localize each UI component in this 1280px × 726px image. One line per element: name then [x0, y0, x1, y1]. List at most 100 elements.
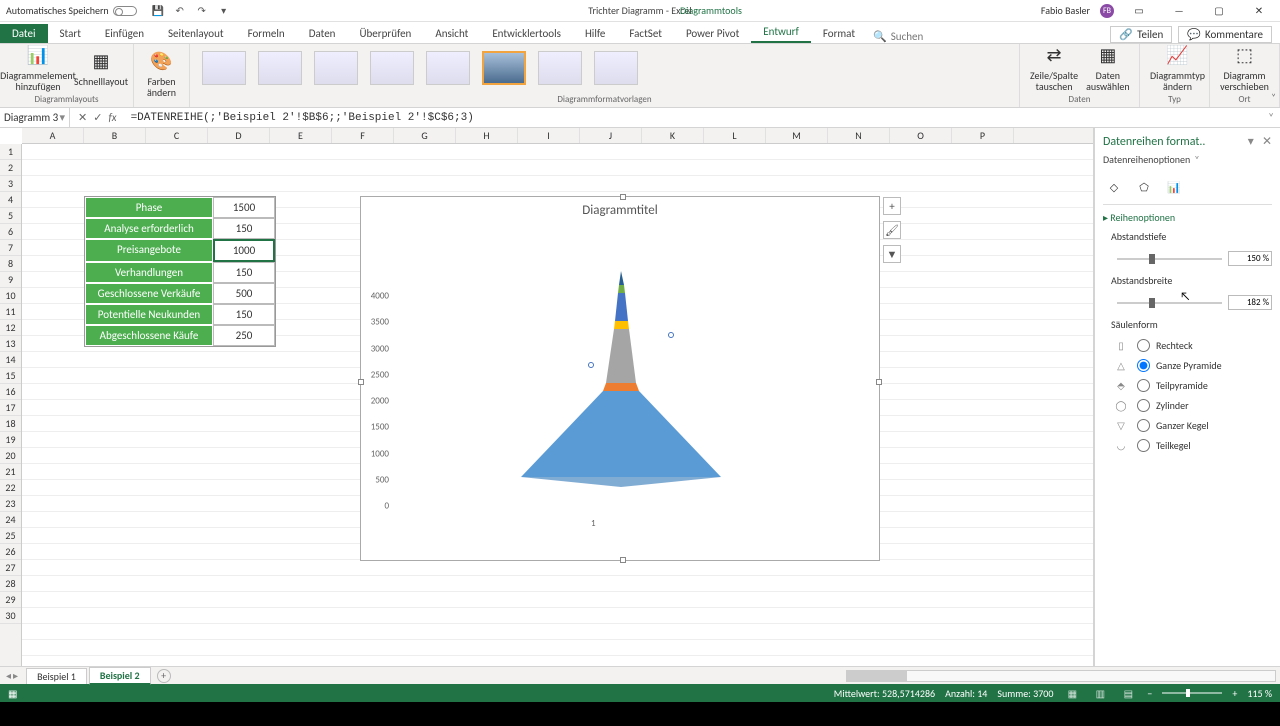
maximize-icon[interactable]: ▢	[1204, 2, 1234, 20]
tab-factset[interactable]: FactSet	[617, 24, 674, 43]
fill-line-icon[interactable]: ◇	[1103, 176, 1125, 198]
row-header[interactable]: 9	[0, 272, 21, 288]
row-header[interactable]: 29	[0, 592, 21, 608]
tab-pagelayout[interactable]: Seitenlayout	[156, 24, 236, 43]
column-header[interactable]: L	[704, 128, 766, 143]
share-button[interactable]: 🔗Teilen	[1110, 26, 1172, 43]
chart-style-thumb[interactable]	[258, 51, 302, 85]
column-header[interactable]: G	[394, 128, 456, 143]
row-header[interactable]: 22	[0, 480, 21, 496]
row-header[interactable]: 6	[0, 224, 21, 240]
chart-style-thumb[interactable]	[314, 51, 358, 85]
change-colors-button[interactable]: 🎨Farben ändern	[144, 50, 179, 98]
pyramid-chart[interactable]	[511, 257, 731, 487]
chart-filter-button[interactable]: ▼	[883, 245, 901, 263]
column-header[interactable]: M	[766, 128, 828, 143]
cancel-formula-icon[interactable]: ✕	[78, 111, 87, 124]
row-header[interactable]: 13	[0, 336, 21, 352]
row-header[interactable]: 14	[0, 352, 21, 368]
name-box[interactable]: Diagramm 3▾	[0, 108, 70, 127]
tab-format[interactable]: Format	[811, 24, 867, 43]
column-header[interactable]: A	[22, 128, 84, 143]
worksheet-grid[interactable]: ABCDEFGHIJKLMNOP 12345678910111213141516…	[0, 128, 1094, 666]
row-header[interactable]: 16	[0, 384, 21, 400]
chart-style-thumb[interactable]	[202, 51, 246, 85]
column-header[interactable]: N	[828, 128, 890, 143]
tab-review[interactable]: Überprüfen	[347, 24, 423, 43]
comments-button[interactable]: 💬Kommentare	[1178, 26, 1272, 43]
series-options-section[interactable]: ▸ Reihenoptionen	[1103, 205, 1272, 226]
row-header[interactable]: 18	[0, 416, 21, 432]
column-header[interactable]: C	[146, 128, 208, 143]
user-name[interactable]: Fabio Basler	[1041, 4, 1090, 17]
row-header[interactable]: 26	[0, 544, 21, 560]
shape-option[interactable]: ⬘Teilpyramide	[1111, 375, 1272, 395]
chart-styles-gallery[interactable]	[190, 44, 1019, 92]
series-options-icon[interactable]: 📊	[1163, 176, 1185, 198]
table-value-cell[interactable]: 150	[213, 304, 275, 325]
chart-styles-button[interactable]: 🖌	[883, 221, 901, 239]
row-header[interactable]: 21	[0, 464, 21, 480]
column-header[interactable]: F	[332, 128, 394, 143]
row-header[interactable]: 7	[0, 240, 21, 256]
save-icon[interactable]: 💾	[151, 4, 165, 18]
tab-start[interactable]: Start	[48, 24, 93, 43]
table-label-cell[interactable]: Geschlossene Verkäufe	[85, 283, 213, 304]
gap-depth-slider[interactable]	[1117, 258, 1222, 260]
row-header[interactable]: 19	[0, 432, 21, 448]
row-header[interactable]: 3	[0, 176, 21, 192]
row-header[interactable]: 2	[0, 160, 21, 176]
table-value-cell[interactable]: 1500	[213, 197, 275, 218]
pane-options-dropdown[interactable]: Datenreihenoptionen˅	[1103, 149, 1272, 170]
gap-depth-input[interactable]	[1228, 251, 1272, 266]
minimize-icon[interactable]: —	[1164, 2, 1194, 20]
row-header[interactable]: 15	[0, 368, 21, 384]
sheet-tab[interactable]: Beispiel 1	[26, 668, 87, 684]
fx-icon[interactable]: fx	[108, 111, 116, 124]
zoom-in-icon[interactable]: +	[1232, 687, 1237, 700]
row-header[interactable]: 4	[0, 192, 21, 208]
row-header[interactable]: 12	[0, 320, 21, 336]
chart-title[interactable]: Diagrammtitel	[361, 197, 879, 224]
redo-icon[interactable]: ↷	[195, 4, 209, 18]
chart-style-thumb[interactable]	[426, 51, 470, 85]
chart-style-thumb[interactable]	[594, 51, 638, 85]
tab-data[interactable]: Daten	[297, 24, 348, 43]
column-header[interactable]: E	[270, 128, 332, 143]
table-label-cell[interactable]: Phase	[85, 197, 213, 218]
column-header[interactable]: K	[642, 128, 704, 143]
column-header[interactable]: D	[208, 128, 270, 143]
page-break-view-icon[interactable]: ▤	[1119, 686, 1137, 700]
table-value-cell[interactable]: 500	[213, 283, 275, 304]
row-header[interactable]: 25	[0, 528, 21, 544]
chart-style-thumb[interactable]	[538, 51, 582, 85]
ribbon-display-icon[interactable]: ▭	[1124, 2, 1154, 20]
tab-insert[interactable]: Einfügen	[93, 24, 156, 43]
tab-file[interactable]: Datei	[0, 24, 48, 43]
switch-row-col-button[interactable]: ⇄Zeile/Spalte tauschen	[1030, 44, 1078, 92]
table-label-cell[interactable]: Potentielle Neukunden	[85, 304, 213, 325]
row-header[interactable]: 23	[0, 496, 21, 512]
shape-option[interactable]: ▯Rechteck	[1111, 335, 1272, 355]
column-header[interactable]: P	[952, 128, 1014, 143]
chart-elements-button[interactable]: +	[883, 197, 901, 215]
cells-area[interactable]: Phase1500Analyse erforderlich150Preisang…	[22, 144, 1093, 666]
close-icon[interactable]: ✕	[1244, 2, 1274, 20]
horizontal-scrollbar[interactable]	[846, 670, 1276, 682]
effects-icon[interactable]: ⬠	[1133, 176, 1155, 198]
row-header[interactable]: 8	[0, 256, 21, 272]
add-sheet-button[interactable]: +	[157, 669, 171, 683]
change-chart-type-button[interactable]: 📈Diagrammtyp ändern	[1150, 44, 1205, 92]
autosave-toggle[interactable]	[113, 6, 137, 16]
shape-option[interactable]: ▽Ganzer Kegel	[1111, 415, 1272, 435]
zoom-out-icon[interactable]: −	[1147, 687, 1152, 700]
table-value-cell[interactable]: 150	[213, 218, 275, 239]
tab-powerpivot[interactable]: Power Pivot	[674, 24, 751, 43]
table-label-cell[interactable]: Verhandlungen	[85, 262, 213, 283]
page-layout-view-icon[interactable]: ▥	[1091, 686, 1109, 700]
row-header[interactable]: 1	[0, 144, 21, 160]
column-header[interactable]: H	[456, 128, 518, 143]
shape-option[interactable]: ◡Teilkegel	[1111, 435, 1272, 455]
tab-design[interactable]: Entwurf	[751, 22, 811, 43]
column-header[interactable]: I	[518, 128, 580, 143]
